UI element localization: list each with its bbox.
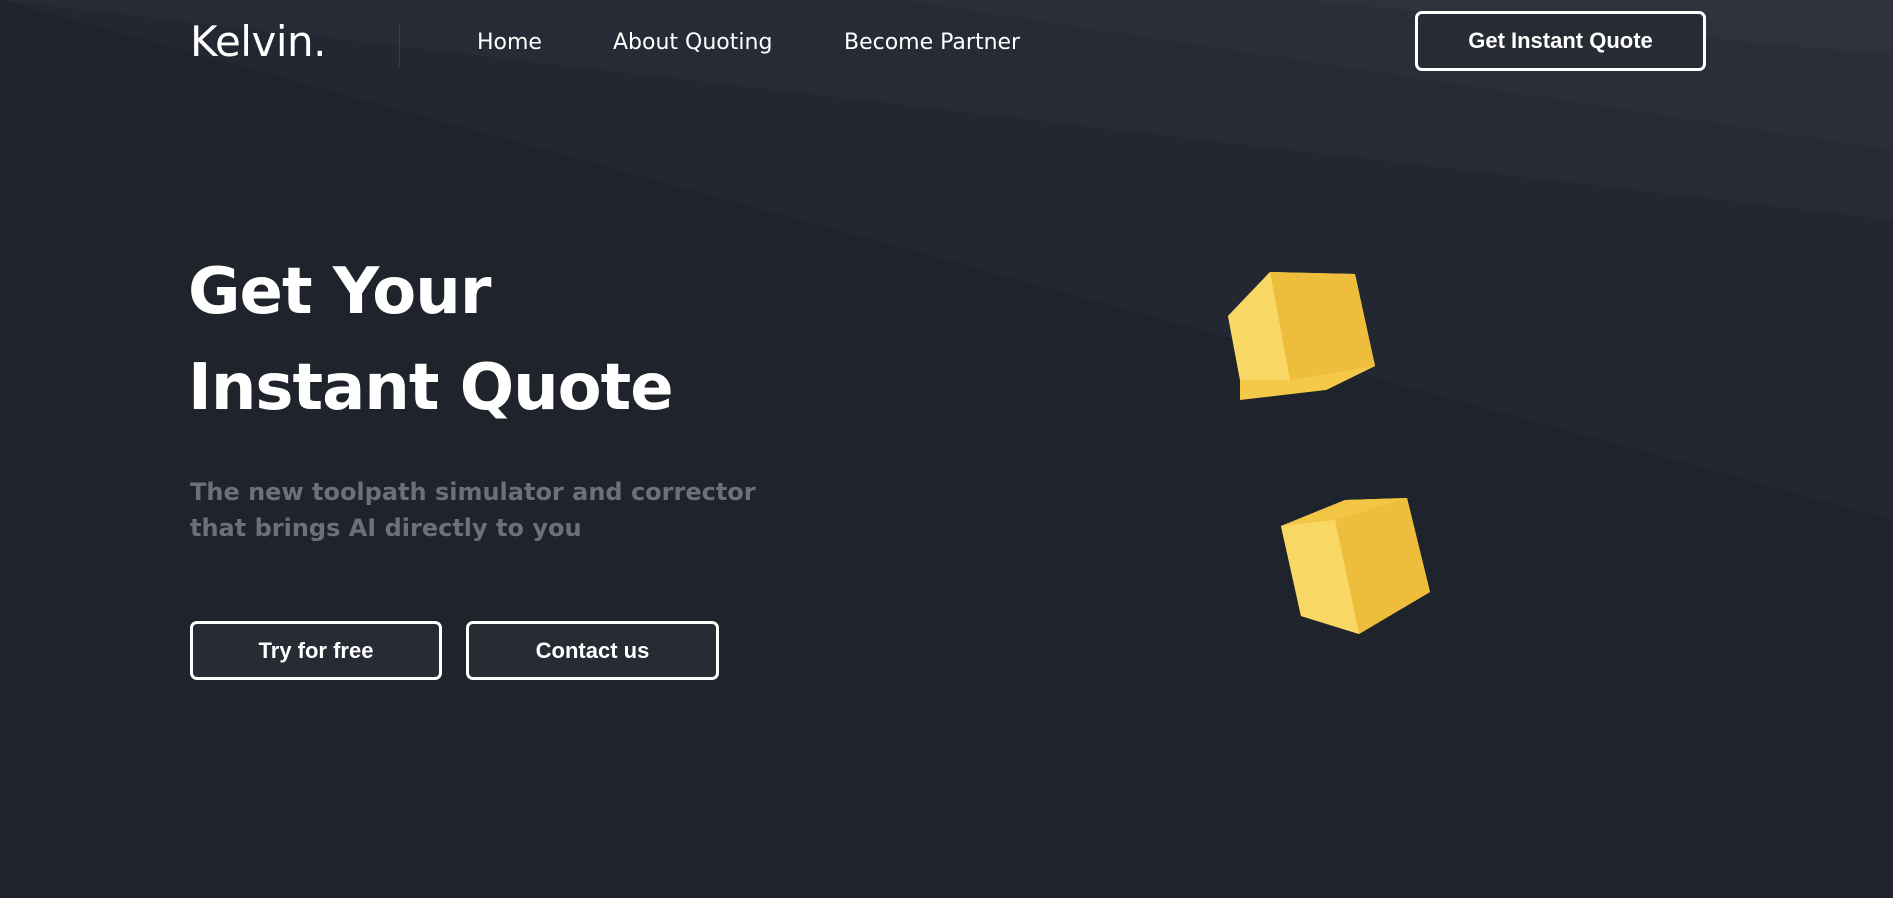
nav-about-quoting[interactable]: About Quoting [613,28,772,58]
get-instant-quote-button[interactable]: Get Instant Quote [1415,11,1706,71]
hero-subtitle: The new toolpath simulator and corrector… [190,474,790,546]
hero-title: Get Your Instant Quote [188,244,674,436]
nav-home[interactable]: Home [477,28,542,58]
cube-icon [1228,272,1375,400]
nav-become-partner[interactable]: Become Partner [844,28,1020,58]
cube-icon [1281,498,1430,634]
hero-title-line-1: Get Your [188,255,491,329]
landing-page: Kelvin. Home About Quoting Become Partne… [0,0,1893,898]
logo[interactable]: Kelvin. [190,16,326,68]
hero-title-line-2: Instant Quote [188,351,674,425]
hero-subtitle-line-2: that brings AI directly to you [190,514,582,542]
background-shapes [0,0,1893,520]
header-divider [399,24,400,66]
contact-us-button[interactable]: Contact us [466,621,719,680]
hero-subtitle-line-1: The new toolpath simulator and corrector [190,478,756,506]
try-for-free-button[interactable]: Try for free [190,621,442,680]
